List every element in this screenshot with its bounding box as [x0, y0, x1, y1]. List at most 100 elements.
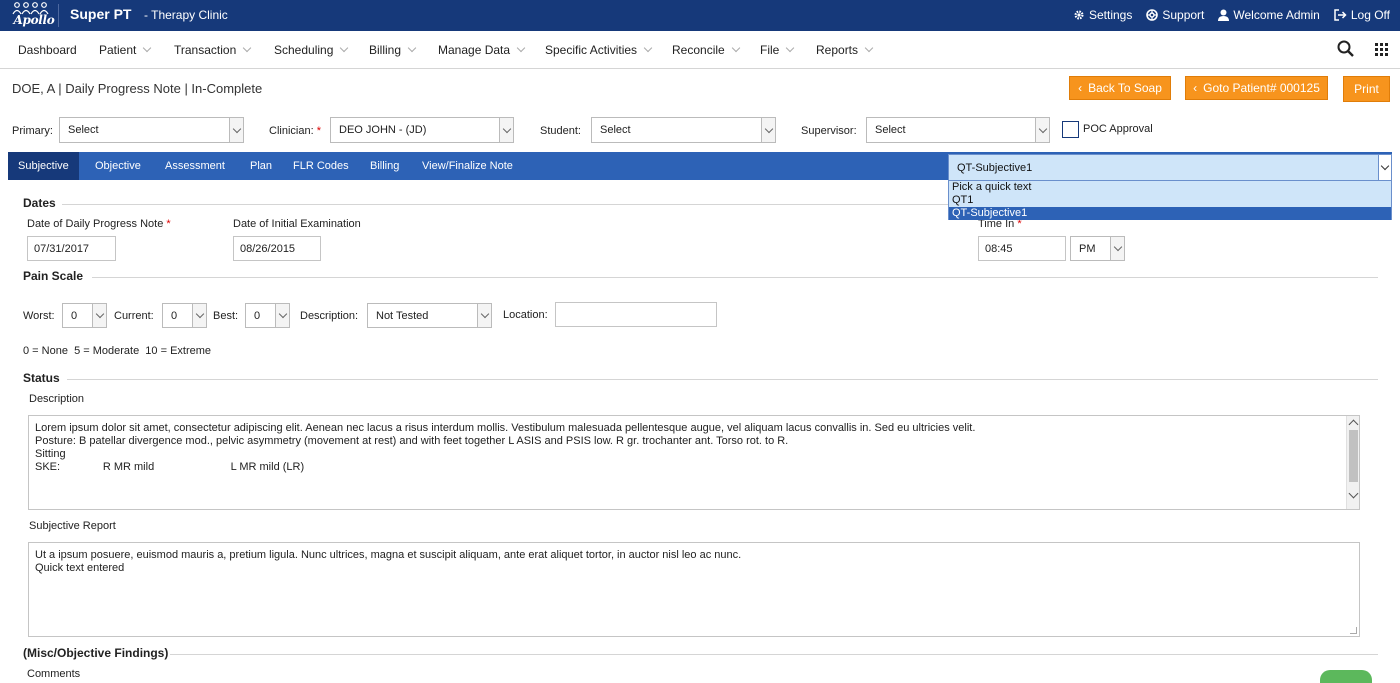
- scroll-up-icon[interactable]: [1349, 420, 1359, 430]
- tab-plan[interactable]: Plan: [240, 152, 282, 180]
- textarea-scrollbar[interactable]: [1346, 416, 1359, 509]
- menu-reports[interactable]: Reports: [816, 43, 872, 57]
- chevron-down-icon: [499, 118, 513, 142]
- initial-exam-date-input[interactable]: 08/26/2015: [233, 236, 321, 261]
- apollo-logo[interactable]: Apollo: [8, 1, 54, 30]
- welcome-user[interactable]: Welcome Admin: [1218, 8, 1319, 22]
- tab-flr-codes[interactable]: FLR Codes: [283, 152, 359, 180]
- logoff-link[interactable]: Log Off: [1334, 8, 1390, 22]
- app-subtitle: - Therapy Clinic: [144, 8, 228, 22]
- menu-label: File: [760, 43, 779, 57]
- pain-description-value: Not Tested: [376, 310, 428, 322]
- dates-section-title: Dates: [23, 196, 56, 210]
- chevron-down-icon: [1035, 118, 1049, 142]
- tab-billing[interactable]: Billing: [360, 152, 409, 180]
- menu-label: Manage Data: [438, 43, 510, 57]
- menu-label: Billing: [369, 43, 401, 57]
- chevron-down-icon: [92, 304, 106, 327]
- student-select[interactable]: Select: [591, 117, 776, 143]
- chevron-down-icon: [229, 118, 243, 142]
- chevron-down-icon: [644, 44, 652, 52]
- location-label: Location:: [503, 309, 548, 321]
- menu-transaction[interactable]: Transaction: [174, 43, 250, 57]
- menu-patient[interactable]: Patient: [99, 43, 150, 57]
- pain-description-select[interactable]: Not Tested: [367, 303, 492, 328]
- current-label: Current:: [114, 310, 154, 322]
- best-value: 0: [254, 310, 260, 322]
- supervisor-select[interactable]: Select: [866, 117, 1050, 143]
- menu-specific-activities[interactable]: Specific Activities: [545, 43, 651, 57]
- menu-reconcile[interactable]: Reconcile: [672, 43, 739, 57]
- chevron-down-icon: [731, 44, 739, 52]
- clinician-label: Clinician: *: [269, 125, 321, 137]
- subjective-report-label: Subjective Report: [29, 520, 116, 532]
- quick-text-select[interactable]: QT-Subjective1: [948, 154, 1392, 181]
- chevron-down-icon: [340, 44, 348, 52]
- tab-objective[interactable]: Objective: [85, 152, 151, 180]
- settings-link[interactable]: Settings: [1073, 8, 1132, 22]
- location-input[interactable]: [555, 302, 717, 327]
- lifebuoy-icon: [1146, 9, 1158, 21]
- required-asterisk: *: [166, 218, 170, 230]
- tab-label: Billing: [370, 160, 399, 172]
- tab-assessment[interactable]: Assessment: [155, 152, 235, 180]
- menu-file[interactable]: File: [760, 43, 793, 57]
- support-label: Support: [1162, 8, 1204, 22]
- scroll-down-icon[interactable]: [1349, 489, 1359, 499]
- text-line: Ut a ipsum posuere, euismod mauris a, pr…: [35, 549, 1353, 562]
- search-icon[interactable]: [1337, 40, 1354, 57]
- resize-handle-icon[interactable]: [1350, 627, 1357, 634]
- worst-select[interactable]: 0: [62, 303, 107, 328]
- poc-approval-label: POC Approval: [1083, 123, 1153, 135]
- welcome-label: Welcome Admin: [1233, 8, 1319, 22]
- top-links: Settings Support Welcome Admin Log Off: [1073, 8, 1390, 22]
- settings-label: Settings: [1089, 8, 1132, 22]
- chevron-down-icon: [786, 44, 794, 52]
- required-asterisk: *: [317, 125, 321, 137]
- status-section-title: Status: [23, 371, 60, 385]
- user-icon: [1218, 9, 1229, 21]
- menu-scheduling[interactable]: Scheduling: [274, 43, 347, 57]
- poc-approval-checkbox[interactable]: [1062, 121, 1079, 138]
- primary-select[interactable]: Select: [59, 117, 244, 143]
- quick-text-option-selected[interactable]: QT-Subjective1: [949, 207, 1391, 220]
- primary-label: Primary:: [12, 125, 53, 137]
- quick-text-option[interactable]: QT1: [949, 194, 1391, 207]
- tab-label: Assessment: [165, 160, 225, 172]
- supervisor-label: Supervisor:: [801, 125, 857, 137]
- print-button[interactable]: Print: [1343, 76, 1390, 102]
- logo-text: Apollo: [11, 13, 57, 27]
- menu-dashboard[interactable]: Dashboard: [18, 43, 77, 57]
- green-action-button[interactable]: [1320, 670, 1372, 683]
- clinician-select[interactable]: DEO JOHN - (JD): [330, 117, 514, 143]
- status-description-textarea[interactable]: Lorem ipsum dolor sit amet, consectetur …: [28, 415, 1360, 510]
- tab-label: Plan: [250, 160, 272, 172]
- menu-label: Patient: [99, 43, 136, 57]
- menu-manage-data[interactable]: Manage Data: [438, 43, 524, 57]
- tab-view-finalize[interactable]: View/Finalize Note: [412, 152, 523, 180]
- back-to-soap-button[interactable]: ‹Back To Soap: [1069, 76, 1171, 100]
- apps-grid-icon[interactable]: [1375, 43, 1388, 56]
- worst-label: Worst:: [23, 310, 55, 322]
- quick-text-option[interactable]: Pick a quick text: [949, 181, 1391, 194]
- menu-billing[interactable]: Billing: [369, 43, 415, 57]
- chevron-down-icon: [408, 44, 416, 52]
- chevron-down-icon: [1378, 155, 1391, 180]
- tab-subjective[interactable]: Subjective: [8, 152, 79, 180]
- misc-section-title: (Misc/Objective Findings): [23, 646, 168, 660]
- dpn-date-input[interactable]: 07/31/2017: [27, 236, 116, 261]
- menu-label: Specific Activities: [545, 43, 637, 57]
- pain-section-title: Pain Scale: [23, 269, 83, 283]
- top-bar: Apollo Super PT - Therapy Clinic Setting…: [0, 0, 1400, 31]
- description-label: Description:: [300, 310, 358, 322]
- scrollbar-thumb[interactable]: [1349, 430, 1358, 482]
- ampm-select[interactable]: PM: [1070, 236, 1125, 261]
- support-link[interactable]: Support: [1146, 8, 1204, 22]
- current-value: 0: [171, 310, 177, 322]
- current-select[interactable]: 0: [162, 303, 207, 328]
- subjective-report-textarea[interactable]: Ut a ipsum posuere, euismod mauris a, pr…: [28, 542, 1360, 637]
- best-select[interactable]: 0: [245, 303, 290, 328]
- goto-patient-button[interactable]: ‹Goto Patient# 000125: [1185, 76, 1328, 100]
- time-in-input[interactable]: 08:45: [978, 236, 1066, 261]
- chevron-down-icon: [1110, 237, 1124, 260]
